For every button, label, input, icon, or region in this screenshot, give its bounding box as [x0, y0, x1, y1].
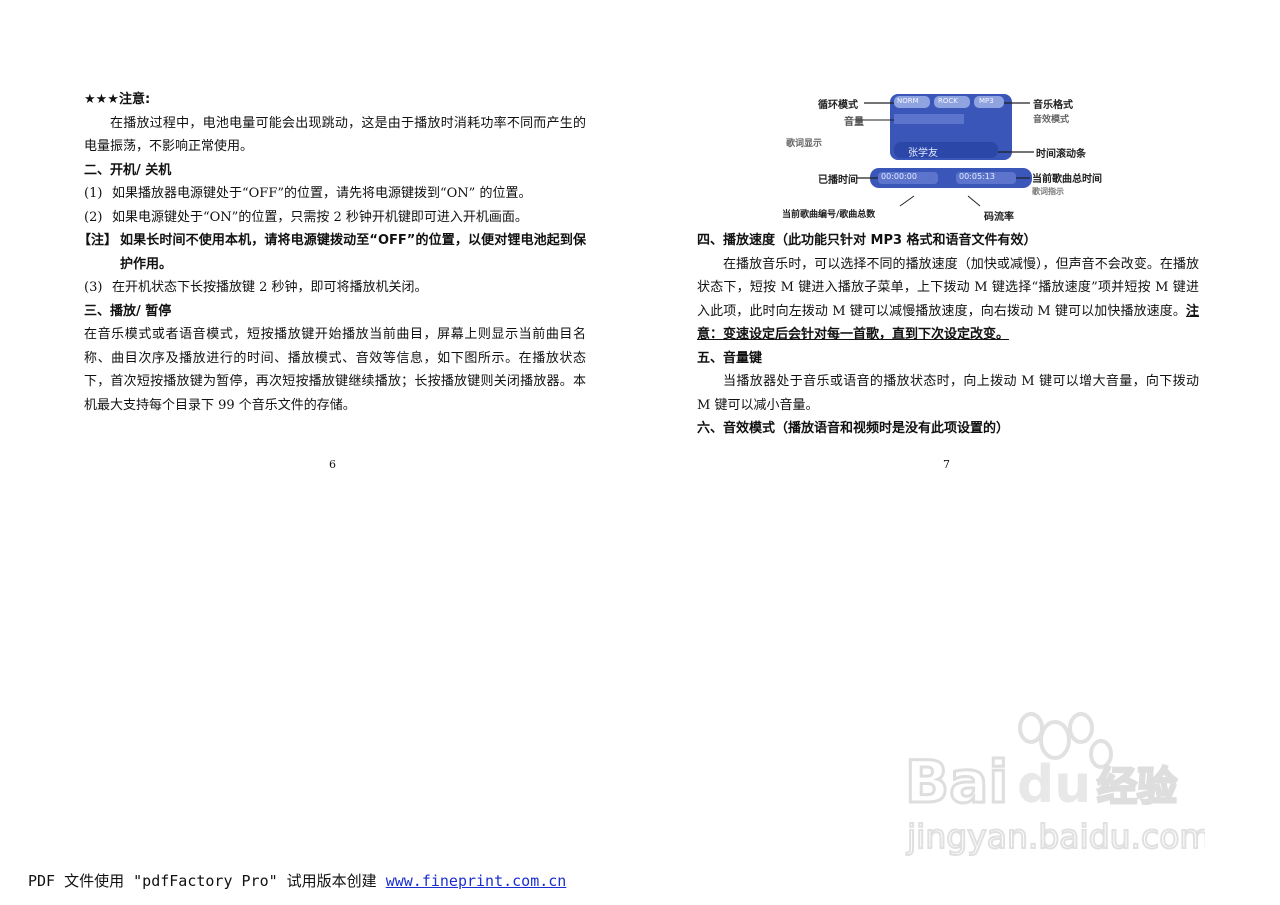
screen-song-name: 张学友: [908, 148, 938, 159]
label-elapsed: 已播时间: [818, 175, 858, 186]
volume-text: 当播放器处于音乐或语音的播放状态时，向上拨动 M 键可以增大音量，向下拨动 M …: [697, 374, 1199, 413]
label-loop-mode: 循环模式: [818, 100, 858, 111]
power-note: 【注】 如果长时间不使用本机，请将电源键拨动至“OFF”的位置，以便对锂电池起到…: [78, 229, 586, 276]
screen-eq: ROCK: [938, 97, 958, 105]
label-lyrics: 歌词显示: [786, 139, 823, 149]
section-power-heading: 二、开机/ 关机: [84, 162, 172, 178]
watermark-brand-graphic: Bai: [905, 748, 1008, 816]
page-number-left: 6: [329, 458, 336, 471]
pdf-footer: PDF 文件使用 "pdfFactory Pro" 试用版本创建 www.fin…: [28, 870, 566, 891]
section-eq-heading: 六、音效模式（播放语音和视频时是没有此项设置的）: [697, 421, 1010, 436]
notice-title: ★★★注意:: [84, 92, 151, 107]
player-screen-figure: 循环模式 音乐格式 音量 音效模式 歌词显示 张学友 时间滚动条 已播时间 00…: [778, 90, 1123, 225]
right-page: 四、播放速度（此功能只针对 MP3 格式和语音文件有效） 在播放音乐时，可以选择…: [697, 229, 1199, 441]
label-total-time: 当前歌曲总时间: [1032, 174, 1102, 185]
screen-total: 00:05:13: [959, 172, 995, 181]
notice-text: 在播放过程中，电池电量可能会出现跳动，这是由于播放时消耗功率不同而产生的电量振荡…: [84, 115, 586, 155]
label-track-count: 当前歌曲编号/歌曲总数: [782, 210, 876, 220]
label-music-format: 音乐格式: [1033, 100, 1073, 111]
paw-logo-icon: Bai du 经验 jingyan.baidu.com: [904, 712, 1213, 857]
screen-loop: NORM: [897, 97, 919, 105]
page-number-right: 7: [943, 458, 950, 471]
screen-format: MP3: [979, 97, 994, 105]
speed-text: 在播放音乐时，可以选择不同的播放速度（加快或减慢），但声音不会改变。在播放状态下…: [697, 256, 1199, 343]
power-item-1: (1) 如果播放器电源键处于“OFF”的位置，请先将电源键拨到“ON” 的位置。: [84, 186, 532, 201]
label-eq-mode: 音效模式: [1033, 115, 1070, 125]
watermark-du-graphic: du: [1017, 755, 1091, 815]
note-tag: 【注】: [78, 233, 118, 248]
label-volume: 音量: [844, 117, 864, 128]
footer-text: PDF 文件使用 "pdfFactory Pro" 试用版本创建: [28, 872, 386, 890]
section-play-heading: 三、播放/ 暂停: [84, 303, 172, 319]
left-page: ★★★注意: 在播放过程中，电池电量可能会出现跳动，这是由于播放时消耗功率不同而…: [78, 88, 586, 417]
watermark-jingyan-graphic: 经验: [1097, 764, 1177, 810]
label-lyrics-mark: 歌词指示: [1032, 187, 1064, 196]
play-text: 在音乐模式或者语音模式，短按播放键开始播放当前曲目，屏幕上则显示当前曲目名称、曲…: [84, 327, 586, 413]
footer-link[interactable]: www.fineprint.com.cn: [386, 872, 567, 890]
watermark-url-graphic: jingyan.baidu.com: [906, 817, 1205, 856]
power-item-2: (2) 如果电源键处于“ON”的位置，只需按 2 秒钟开机键即可进入开机画面。: [84, 209, 528, 225]
section-volume-heading: 五、音量键: [697, 350, 763, 366]
label-bitrate: 码流率: [984, 212, 1014, 223]
power-item-3: (3) 在开机状态下长按播放键 2 秒钟，即可将播放机关闭。: [84, 280, 428, 295]
screen-elapsed: 00:00:00: [881, 172, 917, 181]
section-speed-heading: 四、播放速度（此功能只针对 MP3 格式和语音文件有效）: [697, 233, 1037, 248]
note-text: 如果长时间不使用本机，请将电源键拨动至“OFF”的位置，以便对锂电池起到保护作用…: [120, 233, 586, 272]
baidu-jingyan-watermark: Bai du 经验 jingyan.baidu.com: [904, 710, 1213, 860]
label-time-scroll: 时间滚动条: [1036, 149, 1086, 160]
